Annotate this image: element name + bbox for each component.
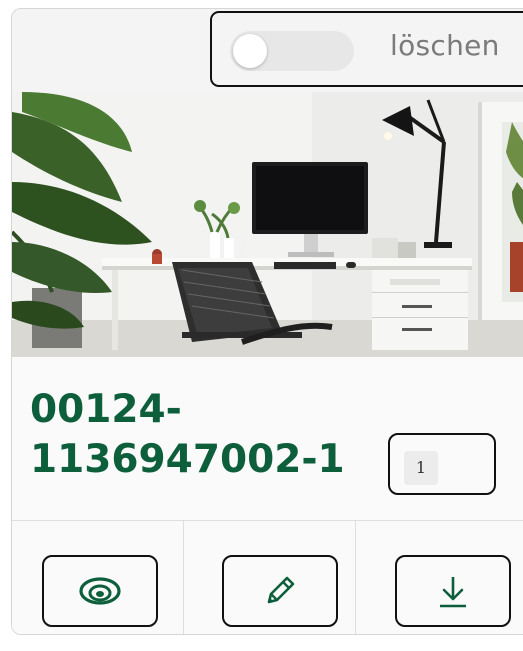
delete-toggle[interactable]: löschen — [210, 11, 523, 87]
view-button[interactable] — [42, 555, 158, 627]
pencil-icon — [261, 572, 299, 610]
download-button[interactable] — [395, 555, 511, 627]
toggle-label: löschen — [390, 29, 500, 62]
item-card: löschen 00124- 1136947002-1 1 — [11, 8, 523, 635]
action-bar — [12, 521, 523, 634]
toggle-knob — [233, 34, 267, 68]
card-header: löschen — [12, 9, 523, 92]
item-title-area: 00124- 1136947002-1 1 — [12, 357, 523, 521]
action-separator — [183, 521, 184, 634]
action-separator — [355, 521, 356, 634]
eye-icon — [78, 576, 122, 606]
edit-button[interactable] — [222, 555, 338, 627]
download-icon — [433, 571, 473, 611]
item-number-line-1: 00124- — [30, 387, 182, 432]
item-image — [12, 92, 523, 357]
count-badge-frame: 1 — [388, 433, 496, 495]
toggle-switch[interactable] — [230, 31, 354, 71]
count-badge: 1 — [404, 451, 438, 485]
